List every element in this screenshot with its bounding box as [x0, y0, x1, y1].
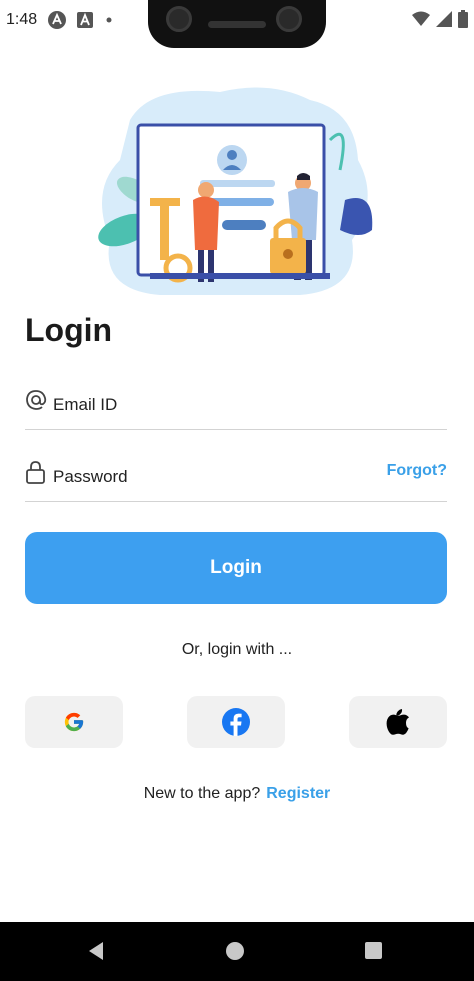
notification-a-icon — [77, 12, 93, 28]
forgot-password-link[interactable]: Forgot? — [387, 462, 447, 480]
recents-icon[interactable] — [365, 942, 382, 959]
wifi-icon — [412, 11, 430, 26]
battery-icon — [458, 10, 468, 28]
signal-icon — [436, 11, 452, 27]
email-field — [25, 382, 447, 430]
system-nav-bar — [0, 922, 474, 981]
google-login-button[interactable] — [25, 696, 123, 748]
status-time: 1:48 — [6, 11, 38, 28]
home-icon[interactable] — [226, 942, 244, 960]
apple-login-button[interactable] — [349, 696, 447, 748]
page-title: Login — [25, 312, 113, 348]
apple-icon — [386, 709, 409, 735]
camera-notch — [148, 0, 326, 48]
facebook-icon — [222, 708, 250, 736]
at-sign-icon — [26, 390, 47, 410]
back-icon[interactable] — [87, 941, 105, 961]
login-button[interactable]: Login — [25, 532, 447, 604]
login-illustration — [98, 87, 373, 295]
dot-icon — [106, 17, 112, 23]
google-icon — [64, 712, 84, 732]
password-input[interactable] — [53, 464, 373, 490]
camera-left — [166, 6, 192, 32]
app-notification-icon — [48, 11, 66, 29]
register-prompt: New to the app? — [143, 785, 261, 802]
password-field: Forgot? — [25, 454, 447, 502]
status-bar: 1:48 — [0, 0, 474, 48]
register-row: New to the app? Register — [0, 785, 474, 803]
speaker — [208, 21, 266, 28]
register-link[interactable]: Register — [266, 785, 330, 802]
facebook-login-button[interactable] — [187, 696, 285, 748]
email-input[interactable] — [53, 392, 373, 418]
camera-right — [276, 6, 302, 32]
or-login-with-text: Or, login with ... — [181, 641, 293, 658]
lock-icon — [26, 461, 45, 484]
